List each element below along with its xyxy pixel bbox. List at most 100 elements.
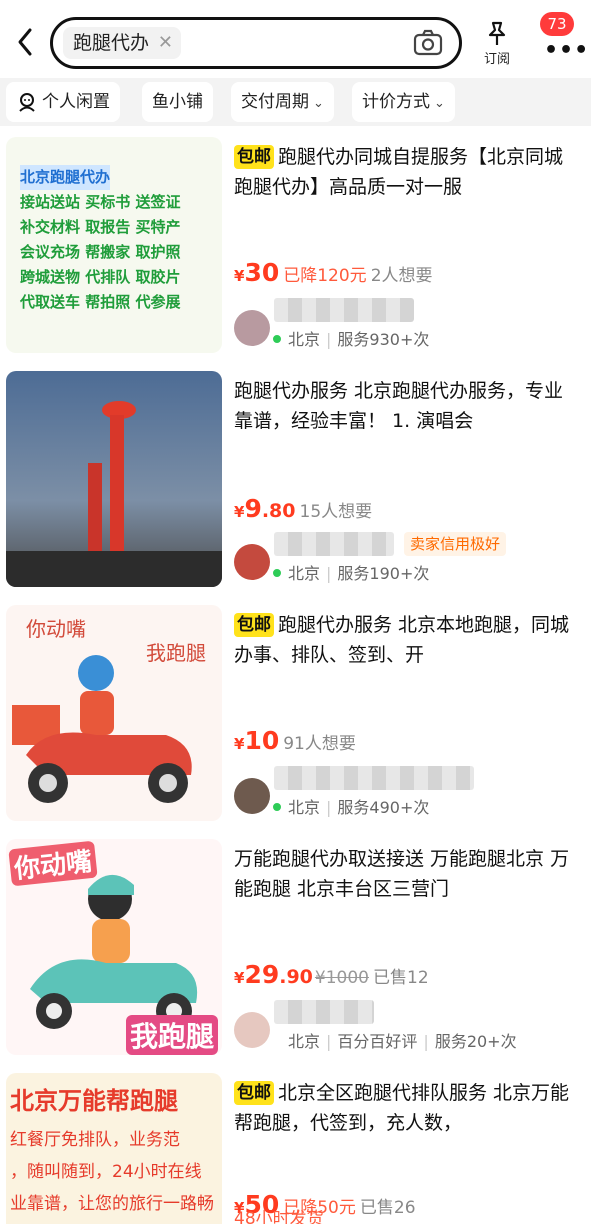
- want-count: 91人想要: [283, 734, 356, 754]
- title-text: 万能跑腿代办取送接送 万能跑腿北京 万能跑腿 北京丰台区三营门: [234, 848, 570, 900]
- subscribe-label: 订阅: [483, 52, 510, 67]
- filter-pricing-method[interactable]: 计价方式 ⌄: [352, 82, 455, 122]
- seller-name-blurred: [274, 1000, 374, 1024]
- online-dot: [272, 334, 282, 344]
- want-count: 2人想要: [370, 266, 433, 286]
- more-button[interactable]: 73 •••: [536, 12, 588, 63]
- filter-fish-shop[interactable]: 鱼小铺: [142, 82, 213, 122]
- price: 9: [244, 494, 262, 523]
- avatar[interactable]: [234, 1012, 270, 1048]
- list-item[interactable]: 跑腿代办服务 北京跑腿代办服务，专业靠谱，经验丰富！ 1. 演唱会 ¥9.80 1…: [0, 360, 591, 594]
- price-row: ¥10 91人想要: [234, 726, 356, 760]
- title-text: 跑腿代办同城自提服务【北京同城跑腿代办】高品质一对一服: [234, 146, 564, 198]
- price-drop: 已降120元: [283, 266, 367, 286]
- back-arrow-icon: [18, 28, 32, 56]
- sold-count: 已售26: [359, 1198, 416, 1218]
- notification-badge: 73: [540, 12, 574, 36]
- price: 30: [244, 258, 280, 287]
- top-bar: 跑腿代办 ✕ 订阅 73 •••: [0, 0, 591, 78]
- thumb-line: 接站送站 买标书 送签证: [20, 193, 181, 211]
- list-item[interactable]: 北京万能帮跑腿 红餐厅免排队，业务范 ，随叫随到，24小时在线 业靠谱，让您的旅…: [0, 1062, 591, 1224]
- seller-credit-badge: 卖家信用极好: [404, 532, 507, 556]
- thumb-line: 代取送车 帮拍照 代参展: [20, 293, 181, 311]
- pin-icon: [488, 21, 506, 45]
- product-thumbnail[interactable]: 你动嘴 我跑腿: [6, 839, 222, 1055]
- search-bar[interactable]: 跑腿代办 ✕: [50, 17, 462, 69]
- person-icon: [19, 93, 35, 112]
- thumb-line: 业靠谱，让您的旅行一路畅: [10, 1194, 214, 1214]
- want-count: 15人想要: [299, 502, 373, 522]
- service-count: 服务190+次: [337, 564, 430, 583]
- title-text: 跑腿代办服务 北京本地跑腿，同城办事、排队、签到、开: [234, 614, 570, 666]
- product-title[interactable]: 万能跑腿代办取送接送 万能跑腿北京 万能跑腿 北京丰台区三营门: [234, 844, 574, 904]
- online-dot: [272, 568, 282, 578]
- product-thumbnail[interactable]: [6, 371, 222, 587]
- currency-symbol: ¥: [234, 735, 245, 753]
- thumb-line: 北京跑腿代办: [20, 165, 111, 190]
- filter-label: 鱼小铺: [152, 92, 203, 112]
- currency-symbol: ¥: [234, 267, 245, 285]
- free-shipping-tag: 包邮: [234, 1081, 274, 1105]
- list-item[interactable]: 你动嘴 我跑腿 包邮 跑腿代办服务 北京本地跑腿，同城办事、排队、签到、开 ¥10…: [0, 594, 591, 828]
- free-shipping-tag: 包邮: [234, 613, 274, 637]
- original-price: ¥1000: [314, 968, 369, 988]
- thumb-line: 会议充场 帮搬家 取护照: [20, 243, 181, 261]
- product-title[interactable]: 跑腿代办服务 北京跑腿代办服务，专业靠谱，经验丰富！ 1. 演唱会: [234, 376, 574, 436]
- price-row: ¥29.90 ¥1000 已售12: [234, 960, 429, 994]
- title-text: 北京全区跑腿代排队服务 北京万能帮跑腿，代签到，充人数，: [234, 1082, 570, 1134]
- location: 北京: [288, 1032, 321, 1051]
- seller-row[interactable]: 北京 | 百分百好评 | 服务20+次: [234, 1000, 584, 1052]
- product-title[interactable]: 包邮 北京全区跑腿代排队服务 北京万能帮跑腿，代签到，充人数，: [234, 1078, 574, 1138]
- price-decimal: .80: [261, 500, 296, 522]
- seller-row[interactable]: 卖家信用极好 北京 | 服务190+次: [234, 532, 584, 584]
- thumb-line: 跨城送物 代排队 取胶片: [20, 268, 181, 286]
- product-title[interactable]: 包邮 跑腿代办同城自提服务【北京同城跑腿代办】高品质一对一服: [234, 142, 574, 202]
- rating: 百分百好评: [337, 1032, 418, 1051]
- filter-delivery-cycle[interactable]: 交付周期 ⌄: [231, 82, 334, 122]
- search-query-text: 跑腿代办: [73, 32, 150, 54]
- thumb-line: 红餐厅免排队，业务范: [10, 1130, 180, 1150]
- avatar[interactable]: [234, 310, 270, 346]
- seller-name-blurred: [274, 298, 414, 322]
- shipping-time: 48小时发货: [234, 1209, 324, 1224]
- service-count: 服务930+次: [337, 330, 430, 349]
- service-count: 服务490+次: [337, 798, 430, 817]
- online-dot: [272, 802, 282, 812]
- back-button[interactable]: [12, 24, 40, 60]
- title-text: 跑腿代办服务 北京跑腿代办服务，专业靠谱，经验丰富！ 1. 演唱会: [234, 380, 564, 432]
- location: 北京: [288, 798, 321, 817]
- product-title[interactable]: 包邮 跑腿代办服务 北京本地跑腿，同城办事、排队、签到、开: [234, 610, 574, 670]
- clear-icon[interactable]: ✕: [158, 27, 173, 59]
- product-thumbnail[interactable]: 你动嘴 我跑腿: [6, 605, 222, 821]
- search-query-chip[interactable]: 跑腿代办 ✕: [63, 27, 182, 59]
- seller-meta: 北京 | 服务930+次: [288, 330, 430, 349]
- camera-search-icon[interactable]: [413, 29, 443, 61]
- filter-personal-idle[interactable]: 个人闲置: [6, 82, 120, 122]
- price-decimal: .90: [279, 966, 313, 988]
- seller-name-blurred: [274, 532, 394, 556]
- thumb-line: 北京万能帮跑腿: [10, 1087, 178, 1115]
- chevron-down-icon: ⌄: [313, 96, 324, 111]
- seller-row[interactable]: 北京 | 服务930+次: [234, 298, 584, 350]
- list-item[interactable]: 北京跑腿代办 接站送站 买标书 送签证 补交材料 取报告 买特产 会议充场 帮搬…: [0, 126, 591, 360]
- seller-row[interactable]: 北京 | 服务490+次: [234, 766, 584, 818]
- list-item[interactable]: 你动嘴 我跑腿 万能跑腿代办取送接送 万能跑腿北京 万能跑腿 北京丰台区三营门 …: [0, 828, 591, 1062]
- filter-label: 交付周期: [241, 92, 309, 112]
- avatar[interactable]: [234, 778, 270, 814]
- filter-label: 个人闲置: [42, 92, 110, 112]
- thumb-caption: 我跑腿: [125, 1015, 218, 1055]
- product-thumbnail[interactable]: 北京跑腿代办 接站送站 买标书 送签证 补交材料 取报告 买特产 会议充场 帮搬…: [6, 137, 222, 353]
- subscribe-button[interactable]: 订阅: [476, 18, 518, 68]
- thumb-line: 补交材料 取报告 买特产: [20, 218, 181, 236]
- free-shipping-tag: 包邮: [234, 145, 274, 169]
- product-thumbnail[interactable]: 北京万能帮跑腿 红餐厅免排队，业务范 ，随叫随到，24小时在线 业靠谱，让您的旅…: [6, 1073, 222, 1224]
- price-row: ¥30 已降120元 2人想要: [234, 258, 433, 292]
- service-count: 服务20+次: [434, 1032, 517, 1051]
- location: 北京: [288, 330, 321, 349]
- seller-meta: 北京 | 服务490+次: [288, 798, 430, 817]
- price-row: ¥9.80 15人想要: [234, 494, 372, 528]
- thumb-line: ，随叫随到，24小时在线: [10, 1162, 202, 1182]
- price: 10: [244, 726, 280, 755]
- avatar[interactable]: [234, 544, 270, 580]
- price: 29: [244, 960, 280, 989]
